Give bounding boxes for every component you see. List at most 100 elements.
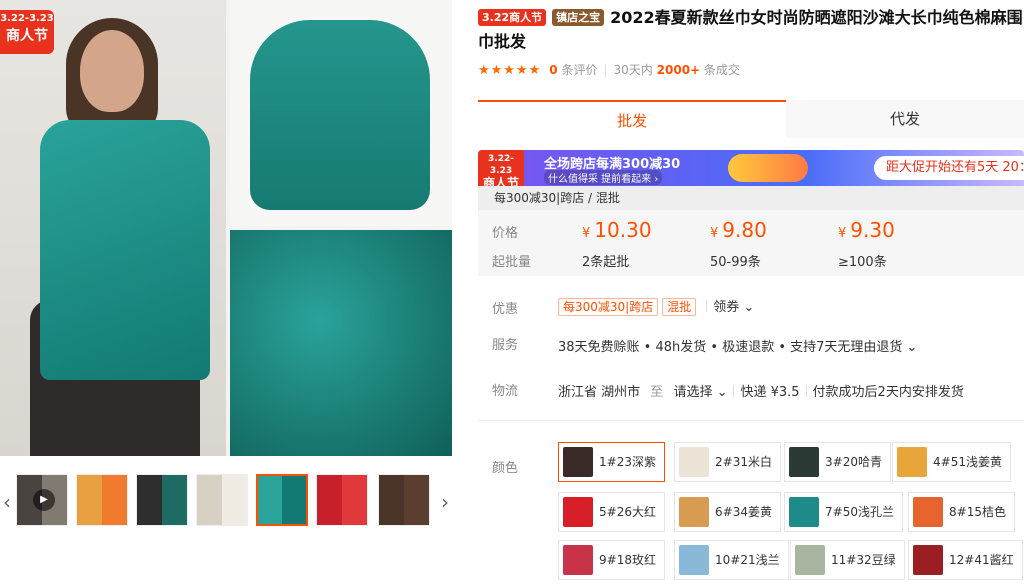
thumbnail[interactable] <box>378 474 430 526</box>
logistics-dest-select[interactable]: 请选择 ⌄ <box>673 385 727 400</box>
tab-dropship[interactable]: 代发 <box>786 100 1024 138</box>
thumb-next-icon[interactable]: › <box>438 490 452 514</box>
color-option[interactable]: 11#32豆绿 <box>790 540 905 580</box>
color-swatch <box>795 545 825 575</box>
color-swatch <box>913 545 943 575</box>
price-label: 价格 <box>492 226 519 241</box>
color-swatch <box>789 447 819 477</box>
color-option-label: 6#34姜黄 <box>715 505 772 519</box>
thumbnail[interactable] <box>256 474 308 526</box>
purchase-mode-tabs: 批发 代发 <box>478 100 1024 138</box>
thumb-prev-icon[interactable]: ‹ <box>0 490 14 514</box>
tier-quantity: ≥100条 <box>838 255 887 270</box>
color-option-label: 9#18玫红 <box>599 553 656 567</box>
tier-price: ¥9.30 <box>838 218 895 242</box>
color-option[interactable]: 9#18玫红 <box>558 540 665 580</box>
fabric-closeup-photo <box>230 230 452 456</box>
video-play-icon[interactable]: ▶ <box>33 489 55 511</box>
color-swatch <box>679 497 709 527</box>
rating-row: ★★★★★ 0 条评价 | 30天内 2000+ 条成交 <box>478 63 740 78</box>
promo-subline[interactable]: 什么值得采 提前看起来 › <box>544 170 663 185</box>
color-option[interactable]: 10#21浅兰 <box>674 540 789 580</box>
currency-symbol: ¥ <box>710 226 719 241</box>
color-option-label: 11#32豆绿 <box>831 553 896 567</box>
tier-price-value: 9.80 <box>722 218 767 242</box>
color-swatch <box>789 497 819 527</box>
color-option[interactable]: 12#41酱红 <box>908 540 1023 580</box>
tier-price: ¥9.80 <box>710 218 767 242</box>
color-swatch <box>897 447 927 477</box>
tier-price-value: 9.30 <box>850 218 895 242</box>
color-swatch <box>563 545 593 575</box>
color-option[interactable]: 6#34姜黄 <box>674 492 781 532</box>
promo-banner[interactable]: 3.22-3.23 商人节 全场跨店每满300减30 什么值得采 提前看起来 ›… <box>478 150 1024 186</box>
color-swatch <box>913 497 943 527</box>
review-count[interactable]: 0 <box>549 63 557 77</box>
color-swatch <box>679 545 709 575</box>
color-option-label: 10#21浅兰 <box>715 553 780 567</box>
coupon-link[interactable]: 领券 ⌄ <box>713 300 754 315</box>
qty-label: 起批量 <box>492 255 532 270</box>
thumbnail[interactable]: ▶ <box>16 474 68 526</box>
tab-wholesale[interactable]: 批发 <box>478 100 786 138</box>
model-photo <box>0 0 226 456</box>
offers-label: 优惠 <box>492 302 519 317</box>
offer-chip-cross-store[interactable]: 每300减30|跨店 <box>558 298 659 316</box>
color-option[interactable]: 1#23深紫 <box>558 442 665 482</box>
thumbnail[interactable] <box>76 474 128 526</box>
logistics-row: 浙江省 湖州市 至 请选择 ⌄ 快递 ¥3.5 付款成功后2天内安排发货 <box>558 381 964 400</box>
color-option-label: 4#51浅姜黄 <box>933 455 1002 469</box>
divider <box>478 420 1024 421</box>
color-swatch <box>563 447 593 477</box>
color-option[interactable]: 5#26大红 <box>558 492 665 532</box>
offer-chip-mixed[interactable]: 混批 <box>662 298 697 316</box>
color-option[interactable]: 7#50浅孔兰 <box>784 492 903 532</box>
review-label: 条评价 <box>561 63 598 77</box>
color-label: 颜色 <box>492 461 519 476</box>
promo-festival-badge: 3.22-3.23 商人节 <box>478 150 524 186</box>
scarf-drape-photo <box>230 0 452 226</box>
color-option-label: 3#20哈青 <box>825 455 882 469</box>
festival-badge-name: 商人节 <box>6 28 48 44</box>
currency-symbol: ¥ <box>838 226 847 241</box>
main-product-image[interactable]: 3.22-3.23 商人节 <box>0 0 452 456</box>
color-option[interactable]: 2#31米白 <box>674 442 781 482</box>
promo-badge-date: 3.22-3.23 <box>488 154 514 176</box>
currency-symbol: ¥ <box>582 226 591 241</box>
color-option-label: 5#26大红 <box>599 505 656 519</box>
color-option-label: 12#41酱红 <box>949 553 1014 567</box>
period-label: 30天内 <box>613 63 653 77</box>
tier-quantity: 50-99条 <box>710 255 761 270</box>
thumbnail[interactable] <box>316 474 368 526</box>
color-option[interactable]: 4#51浅姜黄 <box>892 442 1011 482</box>
color-option-label: 7#50浅孔兰 <box>825 505 894 519</box>
product-title-row: 3.22商人节 镇店之宝 2022春夏新款丝巾女时尚防晒遮阳沙滩大长巾纯色棉麻围巾批… <box>478 6 1024 54</box>
tier-price: ¥10.30 <box>582 218 652 242</box>
sales-label: 条成交 <box>703 63 740 77</box>
color-option-label: 1#23深紫 <box>599 455 656 469</box>
price-table: 价格 起批量 ¥10.30 2条起批 ¥9.80 50-99条 ¥9.30 ≥100条 <box>478 210 1024 276</box>
color-option[interactable]: 8#15桔色 <box>908 492 1015 532</box>
product-info: 3.22商人节 镇店之宝 2022春夏新款丝巾女时尚防晒遮阳沙滩大长巾纯色棉麻围巾批… <box>478 0 1024 585</box>
service-text[interactable]: 38天免费赊账 • 48h发货 • 极速退款 • 支持7天无理由退货 ⌄ <box>558 336 917 355</box>
rating-stars-icon: ★★★★★ <box>478 63 542 78</box>
color-option[interactable]: 3#20哈青 <box>784 442 891 482</box>
thumbnail[interactable] <box>196 474 248 526</box>
product-gallery: 3.22-3.23 商人节 ‹ ▶ › <box>0 0 460 585</box>
store-treasure-tag: 镇店之宝 <box>552 9 605 26</box>
thumbnail[interactable] <box>136 474 188 526</box>
logistics-to: 至 <box>650 385 664 400</box>
festival-tag: 3.22商人节 <box>478 9 547 26</box>
tier-price-value: 10.30 <box>594 218 652 242</box>
logistics-express: 快递 ¥3.5 <box>740 385 800 400</box>
logistics-label: 物流 <box>492 384 519 399</box>
promo-countdown: 距大促开始还有5天 20： <box>874 156 1024 180</box>
color-option-label: 8#15桔色 <box>949 505 1006 519</box>
promo-rule: 每300减30|跨店 / 混批 <box>478 186 1024 210</box>
promo-mascot-icon <box>728 154 808 182</box>
sales-count: 2000+ <box>656 63 701 77</box>
festival-badge-date: 3.22-3.23 <box>0 13 54 24</box>
promo-badge-name: 商人节 <box>482 176 519 186</box>
festival-badge: 3.22-3.23 商人节 <box>0 10 54 54</box>
thumbnail-strip: ‹ ▶ › <box>0 468 460 530</box>
